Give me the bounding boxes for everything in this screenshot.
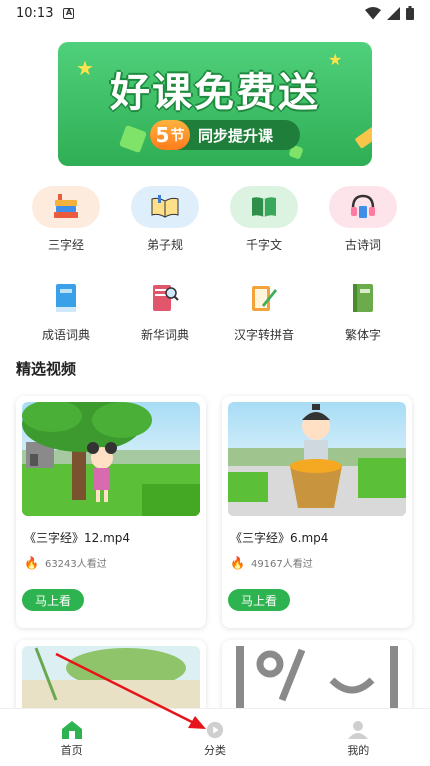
category-label: 千字文: [245, 238, 282, 252]
green-dictionary-icon: [353, 284, 373, 312]
category-qianziwen[interactable]: 千字文: [219, 186, 309, 253]
category-bg: [329, 186, 397, 228]
headphones-book-icon: [351, 194, 375, 218]
home-icon: [61, 721, 82, 739]
video-title: 《三字经》12.mp4: [24, 531, 131, 545]
category-label: 古诗词: [344, 238, 381, 252]
category-bg: [230, 186, 298, 228]
status-bar: 10:13 A: [0, 0, 430, 26]
nav-profile[interactable]: 我的: [287, 709, 430, 766]
banner-pill: 5节 同步提升课: [150, 120, 300, 150]
flame-icon: 🔥: [24, 555, 39, 570]
promo-banner[interactable]: ★ ★ ★ 好课免费送 5节 同步提升课: [58, 42, 372, 166]
watch-now-button[interactable]: 马上看: [22, 589, 84, 611]
banner-subtitle: 同步提升课: [198, 126, 274, 145]
watch-now-button[interactable]: 马上看: [228, 589, 290, 611]
category-label: 弟子规: [146, 238, 183, 252]
books-stack-icon: [54, 194, 78, 218]
notification-icon: A: [63, 7, 75, 19]
wifi-icon: [365, 6, 381, 19]
category-icon-wrap: [343, 278, 383, 318]
open-book-icon: [151, 195, 179, 218]
category-icon-wrap: [145, 278, 185, 318]
category-bg: [32, 186, 100, 228]
category-label: 新华词典: [140, 328, 189, 342]
nav-label: 首页: [60, 744, 83, 757]
cartoon-girl-under-tree-image: [22, 402, 200, 516]
status-indicators: [365, 6, 414, 20]
video-views: 🔥 63243人看过: [24, 555, 107, 571]
book-magnifier-icon: [153, 285, 179, 311]
video-card[interactable]: 《三字经》12.mp4 🔥 63243人看过 马上看: [16, 396, 206, 628]
pencil-notebook-icon: [252, 286, 277, 311]
cube-decoration: [118, 124, 148, 154]
category-dizigui[interactable]: 弟子规: [120, 186, 210, 253]
video-thumbnail[interactable]: [22, 402, 200, 516]
category-icon-wrap: [244, 278, 284, 318]
nav-label: 分类: [203, 744, 226, 757]
nav-category[interactable]: 分类: [143, 709, 286, 766]
category-label: 成语词典: [41, 328, 90, 342]
category-traditional-chars[interactable]: 繁体字: [318, 278, 408, 343]
category-label: 三字经: [47, 238, 84, 252]
cartoon-man-with-basket-image: [228, 404, 406, 516]
battery-icon: [406, 6, 414, 20]
video-views: 🔥 49167人看过: [230, 555, 313, 571]
category-sanzijing[interactable]: 三字经: [21, 186, 111, 253]
view-count: 63243人看过: [44, 559, 107, 570]
status-time: 10:13: [16, 5, 54, 21]
category-xinhua-dictionary[interactable]: 新华词典: [120, 278, 210, 343]
category-icon-wrap: [46, 278, 86, 318]
category-gushici[interactable]: 古诗词: [318, 186, 408, 253]
banner-title: 好课免费送: [110, 70, 320, 116]
view-count: 49167人看过: [250, 559, 313, 570]
nav-label: 我的: [347, 744, 370, 757]
category-label: 汉字转拼音: [233, 328, 294, 342]
blue-book-icon: [56, 284, 76, 312]
category-pinyin-converter[interactable]: 汉字转拼音: [219, 278, 309, 343]
category-bg: [131, 186, 199, 228]
flame-icon: 🔥: [230, 555, 245, 570]
play-circle-icon: [206, 721, 224, 739]
section-title: 精选视频: [16, 360, 77, 378]
video-title: 《三字经》6.mp4: [230, 531, 329, 545]
category-label: 繁体字: [344, 328, 381, 342]
video-thumbnail[interactable]: [228, 402, 406, 516]
nav-home[interactable]: 首页: [0, 709, 143, 766]
video-card[interactable]: 《三字经》6.mp4 🔥 49167人看过 马上看: [222, 396, 412, 628]
lesson-count-badge: 5节: [150, 120, 190, 150]
user-icon: [348, 721, 369, 739]
green-book-icon: [252, 197, 276, 217]
signal-icon: [387, 6, 400, 20]
bottom-nav: 首页 分类 我的: [0, 708, 430, 766]
category-idiom-dictionary[interactable]: 成语词典: [21, 278, 111, 343]
